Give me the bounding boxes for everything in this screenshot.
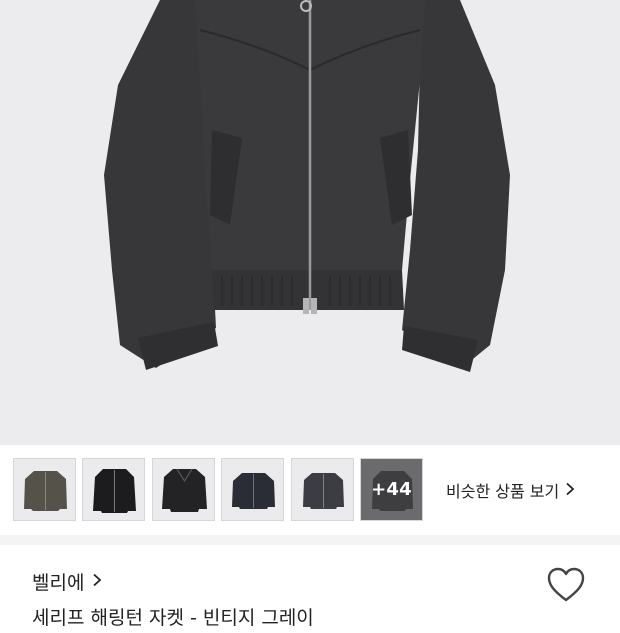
olive-bomber-jacket-thumbnail (24, 471, 67, 511)
thumbnail-4[interactable] (221, 458, 284, 521)
more-thumbnails-button[interactable]: +44 (360, 458, 423, 521)
product-main-image[interactable] (0, 0, 620, 445)
more-count-label: +44 (371, 479, 412, 500)
thumbnail-1[interactable] (13, 458, 76, 521)
brand-link[interactable]: 벨리에 (32, 566, 102, 596)
thumbnail-3[interactable] (152, 458, 215, 521)
product-title: 세리프 해링턴 자켓 - 빈티지 그레이 (32, 607, 314, 629)
black-leather-jacket-thumbnail (162, 468, 207, 512)
thumbnail-5[interactable] (291, 458, 354, 521)
heart-icon (547, 567, 585, 602)
chevron-right-icon (92, 570, 102, 592)
charcoal-padded-jacket-thumbnail (303, 473, 344, 509)
section-divider (0, 535, 620, 545)
black-zip-jacket-thumbnail (93, 469, 136, 513)
related-thumbnails-row: +44 비슷한 상품 보기 (0, 445, 620, 535)
brand-name: 벨리에 (32, 571, 85, 594)
chevron-right-icon (565, 481, 575, 500)
like-button[interactable] (546, 566, 586, 604)
thumbnail-2[interactable] (82, 458, 145, 521)
navy-harrington-jacket-thumbnail (232, 473, 275, 509)
similar-products-label: 비슷한 상품 보기 (446, 482, 560, 501)
similar-products-link[interactable]: 비슷한 상품 보기 (446, 475, 575, 505)
charcoal-zip-jacket-photo (104, 0, 510, 372)
